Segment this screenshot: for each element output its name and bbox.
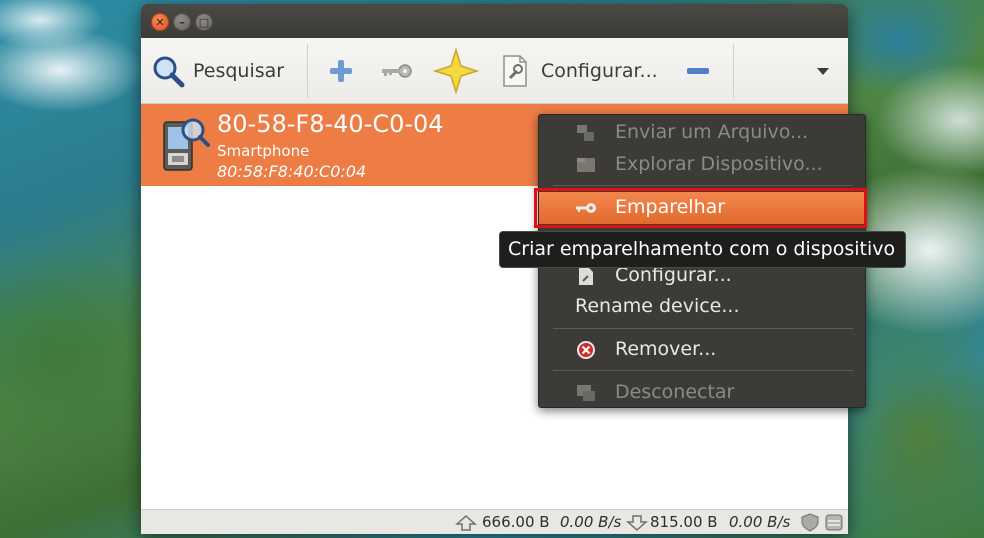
device-type: Smartphone (217, 142, 310, 160)
maximize-window-button[interactable]: □ (195, 13, 213, 31)
smartphone-icon (163, 118, 210, 171)
search-label: Pesquisar (193, 60, 285, 82)
download-total: 815.00 B (650, 513, 718, 531)
menu-item-label: Enviar um Arquivo... (615, 121, 809, 143)
upload-rate: 0.00 B/s (560, 513, 622, 531)
menu-separator (553, 185, 853, 186)
menu-item-label: Remover... (615, 338, 717, 360)
menu-item-explore-device[interactable]: Explorar Dispositivo... (539, 149, 865, 181)
menu-item-rename-device[interactable]: Rename device... (539, 291, 865, 323)
toolbar-separator (733, 44, 734, 98)
configure-icon (579, 268, 593, 285)
minus-icon (687, 68, 709, 74)
remove-icon (577, 341, 595, 359)
search-icon (153, 56, 185, 88)
tooltip: Criar emparelhamento com o dispositivo (499, 231, 906, 268)
key-icon (382, 64, 412, 78)
device-name: 80-58-F8-40-C0-04 (217, 110, 444, 138)
menu-item-label: Rename device... (575, 295, 740, 317)
trust-button[interactable] (433, 38, 479, 104)
menu-item-disconnect[interactable]: Desconectar (539, 377, 865, 409)
configure-label: Configurar... (541, 60, 658, 82)
remove-device-button[interactable] (685, 38, 711, 104)
download-icon (626, 515, 648, 532)
upload-total: 666.00 B (482, 513, 550, 531)
add-device-button[interactable] (327, 38, 355, 104)
disconnect-icon (577, 385, 595, 401)
upload-icon (455, 514, 477, 531)
browse-device-icon (577, 158, 595, 172)
search-button[interactable]: Pesquisar (151, 38, 284, 104)
menu-separator (553, 328, 853, 329)
pair-button[interactable] (379, 38, 413, 104)
menu-item-remove[interactable]: Remover... (539, 334, 865, 366)
close-window-button[interactable]: ✕ (151, 13, 169, 31)
configure-icon (503, 55, 527, 87)
menu-item-label: Explorar Dispositivo... (615, 153, 823, 175)
download-rate: 0.00 B/s (729, 513, 791, 531)
plus-icon (330, 60, 352, 82)
menu-item-send-file[interactable]: Enviar um Arquivo... (539, 117, 865, 149)
menu-item-label: Desconectar (615, 381, 735, 403)
toolbar-overflow-button[interactable] (815, 38, 831, 104)
status-bar: 666.00 B 0.00 B/s 815.00 B 0.00 B/s (141, 509, 848, 534)
send-file-icon (577, 125, 594, 141)
menu-separator (553, 370, 853, 371)
toolbar-separator (307, 44, 308, 98)
star-icon (433, 48, 479, 94)
title-bar: ✕ – □ (141, 4, 848, 38)
toolbar: Pesquisar Configurar... (141, 38, 848, 104)
minimize-window-button[interactable]: – (173, 13, 191, 31)
device-mac-address: 80:58:F8:40:C0:04 (217, 162, 367, 181)
configure-button[interactable]: Configurar... (501, 38, 658, 104)
dropdown-arrow-icon (817, 68, 829, 75)
highlight-annotation (534, 188, 867, 228)
database-icon[interactable] (824, 513, 844, 532)
shield-icon[interactable] (800, 513, 820, 532)
